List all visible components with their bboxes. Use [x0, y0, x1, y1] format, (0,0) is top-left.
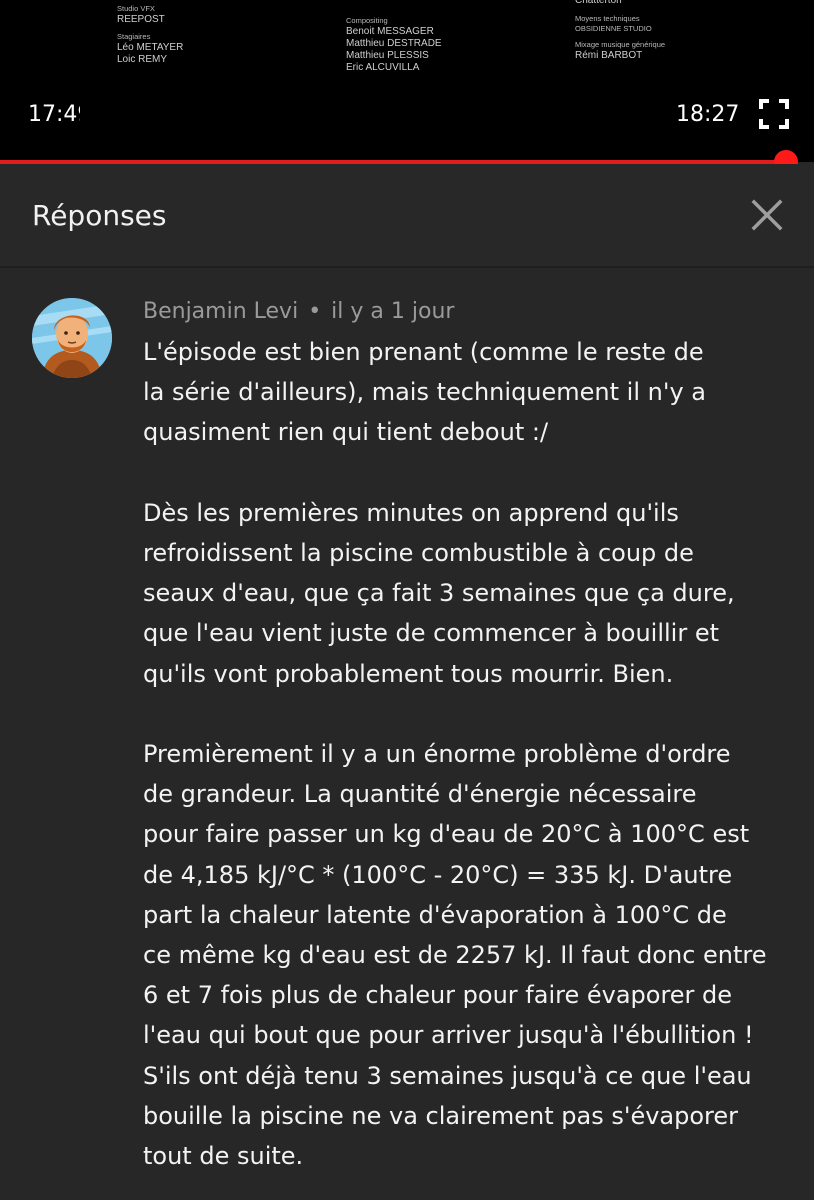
- credit-name: Chatterton: [575, 0, 622, 6]
- end-credits: Studio VFX REEPOST Stagiaires Léo METAYE…: [0, 0, 814, 90]
- comment-body: L'épisode est bien prenant (comme le res…: [143, 332, 783, 1176]
- credit-name: Eric ALCUVILLA: [346, 62, 420, 73]
- replies-header: Réponses: [0, 164, 814, 268]
- video-player[interactable]: Studio VFX REEPOST Stagiaires Léo METAYE…: [0, 0, 814, 162]
- credits-column-2: Compositing Benoit MESSAGER Matthieu DES…: [346, 16, 442, 74]
- comment-paragraph: Dès les premières minutes on apprend qu'…: [143, 498, 735, 688]
- credit-name: REEPOST: [117, 14, 165, 25]
- credit-role: Compositing: [346, 16, 388, 25]
- panel-title: Réponses: [32, 199, 167, 232]
- comment-paragraph: Premièrement il y a un énorme problème d…: [143, 740, 767, 1171]
- credit-role: Stagiaires: [117, 32, 151, 41]
- comment-paragraph: L'épisode est bien prenant (comme le res…: [143, 338, 706, 447]
- duration: 18:27: [676, 102, 740, 127]
- comment-meta: Benjamin Levi • il y a 1 jour: [143, 294, 454, 330]
- credit-role: Studio VFX: [117, 4, 155, 13]
- credit-name: Matthieu DESTRADE: [346, 38, 442, 49]
- avatar[interactable]: [32, 298, 112, 378]
- meta-separator: •: [308, 299, 322, 324]
- credit-name: Loic REMY: [117, 54, 168, 65]
- close-icon[interactable]: [748, 196, 786, 234]
- credit-name: Matthieu PLESSIS: [346, 50, 429, 61]
- credit-role: Moyens techniques: [575, 14, 640, 23]
- credit-role: Mixage musique générique: [575, 40, 666, 49]
- credits-column-3: Chatterton Moyens techniques OBSIDIENNE …: [575, 0, 665, 62]
- comment-author[interactable]: Benjamin Levi: [143, 299, 298, 324]
- credit-name: Rémi BARBOT: [575, 50, 643, 61]
- fullscreen-icon[interactable]: [758, 98, 790, 130]
- credit-name: OBSIDIENNE STUDIO: [575, 24, 652, 33]
- credit-name: Benoit MESSAGER: [346, 26, 434, 37]
- credit-name: Léo METAYER: [117, 42, 184, 53]
- comment-time: il y a 1 jour: [331, 299, 455, 324]
- comment: Benjamin Levi • il y a 1 jour L'épisode es…: [0, 268, 814, 1200]
- credits-column-1: Studio VFX REEPOST Stagiaires Léo METAYE…: [117, 4, 183, 66]
- current-time: 17:49: [28, 102, 80, 127]
